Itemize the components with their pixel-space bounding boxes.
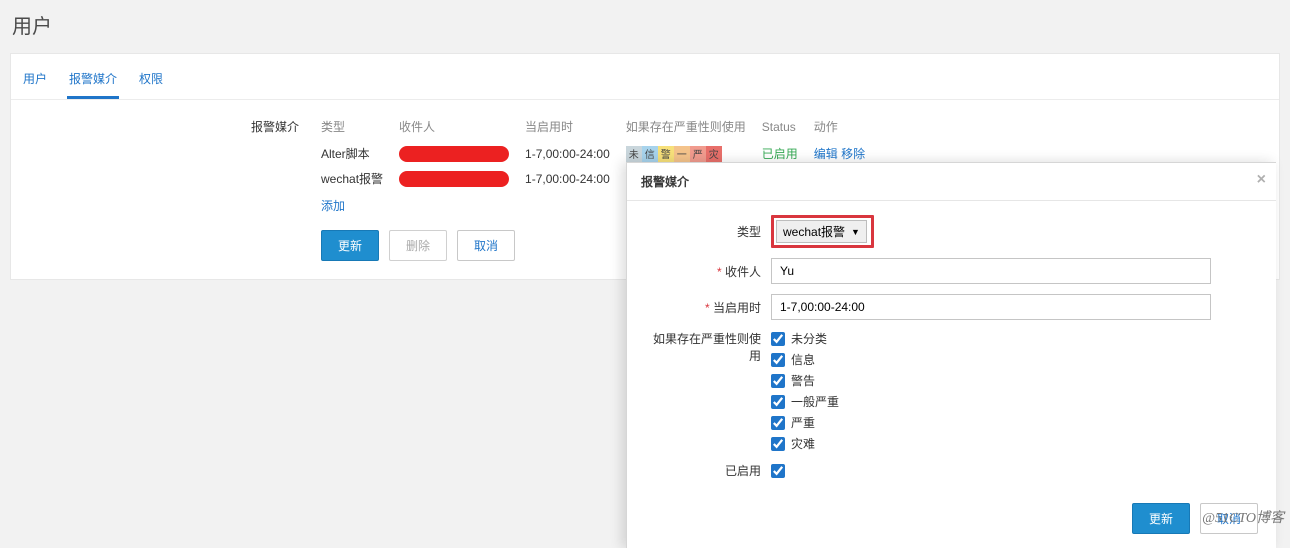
- media-modal: 报警媒介 × 类型 wechat报警 ▼ 收件人 当启用时 如果存在严重性则使用…: [626, 162, 1276, 548]
- label-when: 当启用时: [645, 299, 771, 316]
- remove-link[interactable]: 移除: [841, 147, 865, 161]
- severity-checkbox[interactable]: [771, 332, 785, 346]
- tabs: 用户 报警媒介 权限: [11, 54, 1279, 100]
- col-recipient: 收件人: [399, 116, 525, 141]
- severity-strip: 未信警一严灾: [626, 146, 722, 162]
- severity-checkbox[interactable]: [771, 374, 785, 388]
- cell-when: 1-7,00:00-24:00: [525, 166, 626, 191]
- recipient-input[interactable]: [771, 258, 1211, 284]
- severity-checklist: 未分类信息警告一般严重严重灾难: [771, 330, 839, 452]
- redacted-recipient: [399, 146, 509, 162]
- type-select-value: wechat报警: [783, 223, 845, 240]
- edit-link[interactable]: 编辑: [814, 147, 838, 161]
- col-type: 类型: [321, 116, 399, 141]
- severity-option[interactable]: 信息: [771, 351, 839, 368]
- page-title: 用户: [0, 0, 1290, 45]
- when-active-input[interactable]: [771, 294, 1211, 320]
- severity-label: 信息: [791, 351, 815, 368]
- type-select[interactable]: wechat报警 ▼: [776, 220, 867, 243]
- severity-option[interactable]: 未分类: [771, 330, 839, 347]
- tab-media[interactable]: 报警媒介: [67, 64, 119, 99]
- label-severity: 如果存在严重性则使用: [645, 330, 771, 364]
- label-recipient: 收件人: [645, 263, 771, 280]
- severity-checkbox[interactable]: [771, 416, 785, 430]
- label-enabled: 已启用: [645, 462, 771, 479]
- cell-type: Alter脚本: [321, 141, 399, 166]
- severity-cell: 严: [690, 146, 706, 162]
- col-status: Status: [762, 116, 814, 141]
- severity-checkbox[interactable]: [771, 437, 785, 451]
- modal-title-text: 报警媒介: [641, 175, 689, 189]
- severity-cell: 灾: [706, 146, 722, 162]
- cancel-button[interactable]: 取消: [457, 230, 515, 261]
- severity-option[interactable]: 严重: [771, 414, 839, 431]
- tab-user[interactable]: 用户: [21, 64, 49, 99]
- severity-cell: 警: [658, 146, 674, 162]
- severity-option[interactable]: 一般严重: [771, 393, 839, 410]
- close-icon[interactable]: ×: [1257, 171, 1266, 189]
- type-select-highlight: wechat报警 ▼: [771, 215, 874, 248]
- severity-checkbox[interactable]: [771, 353, 785, 367]
- severity-option[interactable]: 灾难: [771, 435, 839, 452]
- severity-checkbox[interactable]: [771, 395, 785, 409]
- table-header: 类型 收件人 当启用时 如果存在严重性则使用 Status 动作: [321, 116, 881, 141]
- severity-cell: 信: [642, 146, 658, 162]
- severity-cell: 未: [626, 146, 642, 162]
- severity-label: 严重: [791, 414, 815, 431]
- modal-title: 报警媒介 ×: [627, 163, 1276, 201]
- redacted-recipient: [399, 171, 509, 187]
- watermark: @51CTO博客: [1202, 507, 1284, 527]
- chevron-down-icon: ▼: [851, 227, 860, 237]
- cell-type: wechat报警: [321, 166, 399, 191]
- severity-label: 灾难: [791, 435, 815, 452]
- cell-when: 1-7,00:00-24:00: [525, 141, 626, 166]
- severity-label: 一般严重: [791, 393, 839, 410]
- col-when: 当启用时: [525, 116, 626, 141]
- severity-cell: 一: [674, 146, 690, 162]
- update-button[interactable]: 更新: [321, 230, 379, 261]
- enabled-checkbox[interactable]: [771, 464, 785, 478]
- col-action: 动作: [814, 116, 881, 141]
- severity-label: 未分类: [791, 330, 827, 347]
- modal-update-button[interactable]: 更新: [1132, 503, 1190, 534]
- label-type: 类型: [645, 223, 771, 240]
- tab-permissions[interactable]: 权限: [137, 64, 165, 99]
- add-media-link[interactable]: 添加: [321, 191, 345, 214]
- media-section-label: 报警媒介: [251, 116, 321, 214]
- severity-label: 警告: [791, 372, 815, 389]
- col-severity: 如果存在严重性则使用: [626, 116, 762, 141]
- severity-option[interactable]: 警告: [771, 372, 839, 389]
- delete-button[interactable]: 删除: [389, 230, 447, 261]
